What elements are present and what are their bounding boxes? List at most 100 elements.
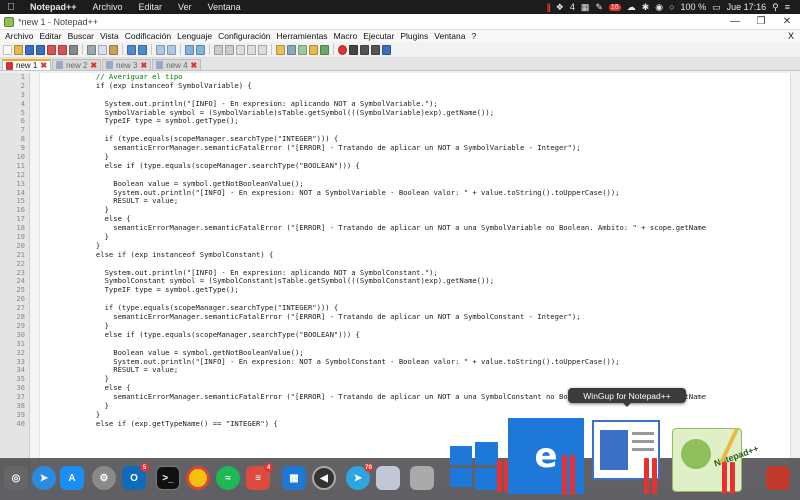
- code-line[interactable]: RESULT = value;: [44, 197, 790, 206]
- paste-icon[interactable]: [109, 44, 118, 55]
- line-number[interactable]: 2: [0, 82, 25, 91]
- menu-editar[interactable]: Editar: [36, 31, 64, 41]
- menu-herramientas[interactable]: Herramientas: [274, 31, 331, 41]
- code-line[interactable]: System.out.println("[INFO] - En expresio…: [44, 358, 790, 367]
- code-line[interactable]: }: [44, 402, 790, 411]
- code-editor[interactable]: 1 2 3 4 5 6 7 8 9 10 11 12 13 14 15 16 17 18 19 20 21 22 23 24 2…: [0, 73, 800, 486]
- code-line[interactable]: System.out.println("[INFO] - En expresio…: [44, 189, 790, 198]
- code-line[interactable]: Boolean value = symbol.getNotBooleanValu…: [44, 180, 790, 189]
- menu-help[interactable]: ?: [468, 31, 479, 41]
- close-tab-icon[interactable]: ✖: [90, 61, 97, 70]
- windows-logo-icon[interactable]: [448, 440, 500, 492]
- line-number[interactable]: 25: [0, 286, 25, 295]
- code-line[interactable]: }: [44, 322, 790, 331]
- line-number[interactable]: 27: [0, 304, 25, 313]
- line-number[interactable]: 36: [0, 384, 25, 393]
- app-store-icon[interactable]: A: [60, 466, 84, 490]
- clock[interactable]: Jue 17:16: [727, 2, 767, 12]
- pen-icon[interactable]: ✎: [595, 2, 603, 13]
- terminal-icon[interactable]: >_: [156, 466, 180, 490]
- menubar-item-ver[interactable]: Ver: [170, 2, 200, 12]
- menu-ejecutar[interactable]: Ejecutar: [360, 31, 397, 41]
- code-line[interactable]: if (type.equals(scopeManager.searchType(…: [44, 304, 790, 313]
- line-number[interactable]: 21: [0, 251, 25, 260]
- line-number[interactable]: 14: [0, 189, 25, 198]
- code-line[interactable]: TypeIF type = symbol.getType();: [44, 117, 790, 126]
- save-icon[interactable]: [25, 44, 34, 55]
- line-number[interactable]: 6: [0, 117, 25, 126]
- code-line[interactable]: [44, 295, 790, 304]
- line-number[interactable]: 33: [0, 358, 25, 367]
- line-number[interactable]: 37: [0, 393, 25, 402]
- finder-window-icon[interactable]: [376, 466, 400, 490]
- menubar-item-ventana[interactable]: Ventana: [200, 2, 249, 12]
- outlook-icon[interactable]: O5: [122, 463, 149, 490]
- menu-ventana[interactable]: Ventana: [431, 31, 468, 41]
- control-center-icon[interactable]: ≡: [785, 2, 790, 12]
- indent-guide-icon[interactable]: [258, 44, 267, 55]
- spotify-icon[interactable]: ≈: [216, 466, 240, 490]
- code-line[interactable]: [44, 171, 790, 180]
- close-tab-icon[interactable]: ✖: [40, 61, 47, 70]
- line-number[interactable]: 9: [0, 144, 25, 153]
- code-line[interactable]: [44, 340, 790, 349]
- copy-icon[interactable]: [98, 44, 107, 55]
- code-line[interactable]: else {: [44, 215, 790, 224]
- launchpad-icon[interactable]: ◎: [4, 466, 28, 490]
- sync-vertical-icon[interactable]: [214, 44, 223, 55]
- code-line[interactable]: [44, 260, 790, 269]
- windows-app-icon[interactable]: ▦: [282, 466, 306, 490]
- menu-archivo[interactable]: Archivo: [2, 31, 36, 41]
- line-number[interactable]: 23: [0, 269, 25, 278]
- new-file-icon[interactable]: [3, 44, 12, 55]
- word-wrap-icon[interactable]: [236, 44, 245, 55]
- menu-codificacion[interactable]: Codificación: [122, 31, 174, 41]
- play-macro-icon[interactable]: [360, 44, 369, 55]
- close-tab-icon[interactable]: ✖: [140, 61, 147, 70]
- restore-icon[interactable]: ❐: [748, 16, 774, 27]
- cut-icon[interactable]: [87, 44, 96, 55]
- trash-right-icon[interactable]: [766, 466, 790, 490]
- menubar-item-archivo[interactable]: Archivo: [85, 2, 131, 12]
- vertical-scrollbar[interactable]: [790, 73, 800, 486]
- menu-configuracion[interactable]: Configuración: [215, 31, 273, 41]
- udl-icon[interactable]: [276, 44, 285, 55]
- line-number[interactable]: 13: [0, 180, 25, 189]
- line-number[interactable]: 24: [0, 277, 25, 286]
- code-line[interactable]: }: [44, 375, 790, 384]
- close-file-icon[interactable]: [47, 44, 56, 55]
- undo-icon[interactable]: [127, 44, 136, 55]
- system-preferences-icon[interactable]: ⚙: [92, 466, 116, 490]
- code-line[interactable]: SymbolVariable symbol = (SymbolVariable)…: [44, 109, 790, 118]
- tab-new-4[interactable]: new 4 ✖: [152, 59, 202, 70]
- chrome-icon[interactable]: [186, 466, 210, 490]
- code-line[interactable]: // Averiguar el tipo: [44, 73, 790, 82]
- window-titlebar[interactable]: *new 1 - Notepad++ — ❐ ✕: [0, 14, 800, 30]
- line-number[interactable]: 19: [0, 233, 25, 242]
- open-file-icon[interactable]: [14, 44, 23, 55]
- print-icon[interactable]: [69, 44, 78, 55]
- code-line[interactable]: Boolean value = symbol.getNotBooleanValu…: [44, 349, 790, 358]
- code-line[interactable]: else if (exp instanceof SymbolConstant) …: [44, 251, 790, 260]
- save-macro-icon[interactable]: [382, 44, 391, 55]
- code-line[interactable]: TypeIF type = symbol.getType();: [44, 286, 790, 295]
- minimize-icon[interactable]: —: [722, 16, 748, 27]
- close-document-icon[interactable]: X: [788, 31, 800, 41]
- code-line[interactable]: }: [44, 153, 790, 162]
- code-line[interactable]: }: [44, 411, 790, 420]
- code-line[interactable]: semanticErrorManager.semanticFatalError …: [44, 313, 790, 322]
- line-number[interactable]: 7: [0, 126, 25, 135]
- line-number[interactable]: 22: [0, 260, 25, 269]
- code-text-area[interactable]: // Averiguar el tipo if (exp instanceof …: [40, 73, 790, 486]
- menu-plugins[interactable]: Plugins: [397, 31, 431, 41]
- folder-workspace-icon[interactable]: [309, 44, 318, 55]
- code-line[interactable]: semanticErrorManager.semanticFatalError …: [44, 224, 790, 233]
- line-number[interactable]: 17: [0, 215, 25, 224]
- close-all-icon[interactable]: [58, 44, 67, 55]
- line-number[interactable]: 26: [0, 295, 25, 304]
- tab-new-2[interactable]: new 2 ✖: [52, 59, 102, 70]
- doc-map-icon[interactable]: [287, 44, 296, 55]
- line-number[interactable]: 28: [0, 313, 25, 322]
- line-number[interactable]: 39: [0, 411, 25, 420]
- code-line[interactable]: [44, 91, 790, 100]
